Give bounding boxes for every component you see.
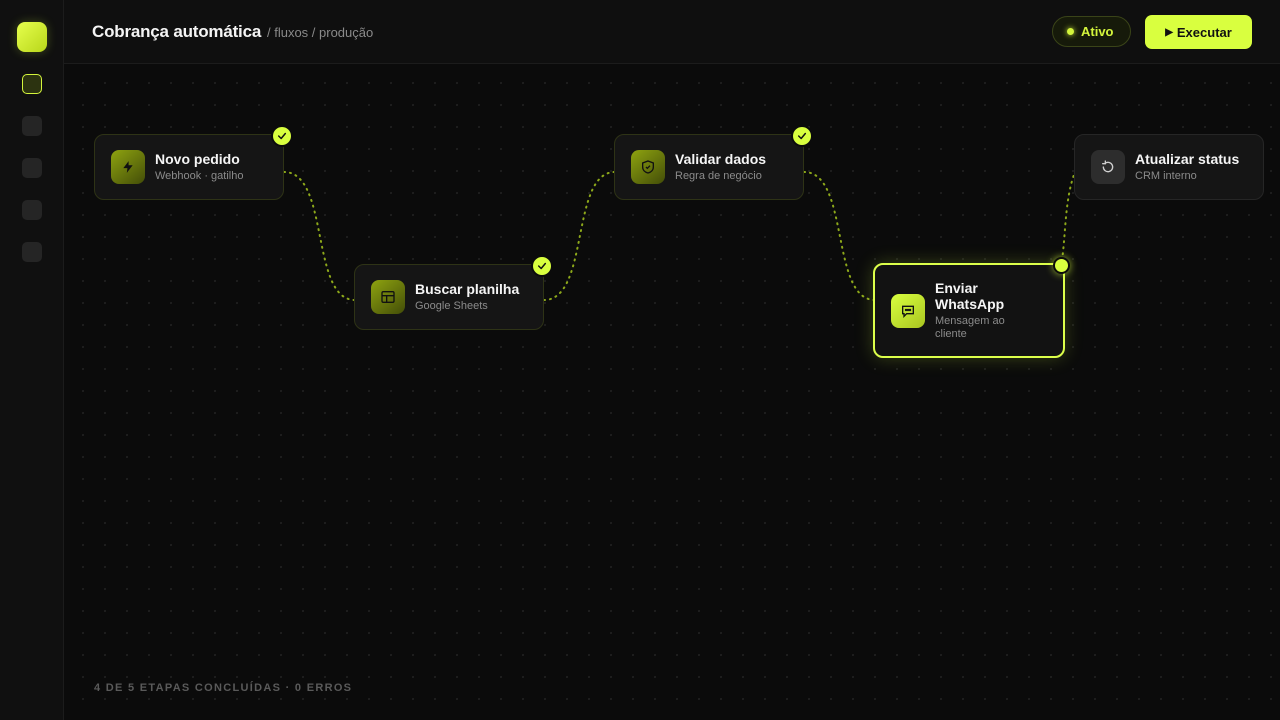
- top-bar: Cobrança automática / fluxos / produção …: [64, 0, 1280, 64]
- progress-status: 4 DE 5 ETAPAS CONCLUÍDAS · 0 ERROS: [94, 682, 353, 694]
- check-icon: [791, 125, 813, 147]
- node-subtitle: Webhook · gatilho: [155, 170, 244, 182]
- status-badge[interactable]: Ativo: [1052, 16, 1131, 47]
- check-icon: [271, 125, 293, 147]
- node-subtitle: Google Sheets: [415, 300, 488, 312]
- sidebar: [0, 0, 64, 720]
- chat-icon: [891, 293, 925, 328]
- table-icon: [371, 280, 405, 314]
- shield-check-icon: [631, 150, 665, 184]
- app-logo[interactable]: [17, 22, 47, 52]
- execute-button-label: Executar: [1176, 24, 1232, 40]
- node-title: Atualizar status: [1135, 151, 1240, 167]
- node-enviar-whatsapp[interactable]: Enviar WhatsApp Mensagem ao cliente: [873, 257, 1070, 358]
- sidebar-item-4[interactable]: [22, 200, 42, 220]
- node-validar-dados[interactable]: Validar dados Regra de negócio: [614, 125, 813, 200]
- node-title: Validar dados: [675, 151, 767, 167]
- breadcrumb[interactable]: / fluxos / produção: [267, 25, 373, 40]
- execute-button[interactable]: ▶ Executar: [1145, 15, 1252, 49]
- play-icon: ▶: [1165, 26, 1173, 38]
- status-dot-icon: [1067, 28, 1074, 35]
- output-port-icon[interactable]: [1053, 257, 1070, 274]
- node-subtitle: Regra de negócio: [675, 170, 762, 182]
- status-label: Ativo: [1081, 24, 1114, 39]
- node-atualizar-status[interactable]: Atualizar status CRM interno: [1074, 134, 1264, 200]
- sidebar-item-2[interactable]: [22, 116, 42, 136]
- flow-title: Cobrança automática: [92, 22, 262, 41]
- sidebar-item-3[interactable]: [22, 158, 42, 178]
- sidebar-item-5[interactable]: [22, 242, 42, 262]
- node-title: Buscar planilha: [415, 281, 520, 297]
- node-subtitle: CRM interno: [1135, 170, 1197, 182]
- node-buscar-planilha[interactable]: Buscar planilha Google Sheets: [354, 255, 553, 330]
- node-subtitle: Mensagem ao cliente: [935, 315, 1005, 340]
- check-icon: [531, 255, 553, 277]
- bolt-icon: [111, 150, 145, 184]
- node-novo-pedido[interactable]: Novo pedido Webhook · gatilho: [94, 125, 293, 200]
- node-title: Enviar WhatsApp: [935, 280, 1005, 312]
- node-title: Novo pedido: [155, 151, 240, 167]
- sidebar-item-flows[interactable]: [22, 74, 42, 94]
- refresh-icon: [1091, 150, 1125, 184]
